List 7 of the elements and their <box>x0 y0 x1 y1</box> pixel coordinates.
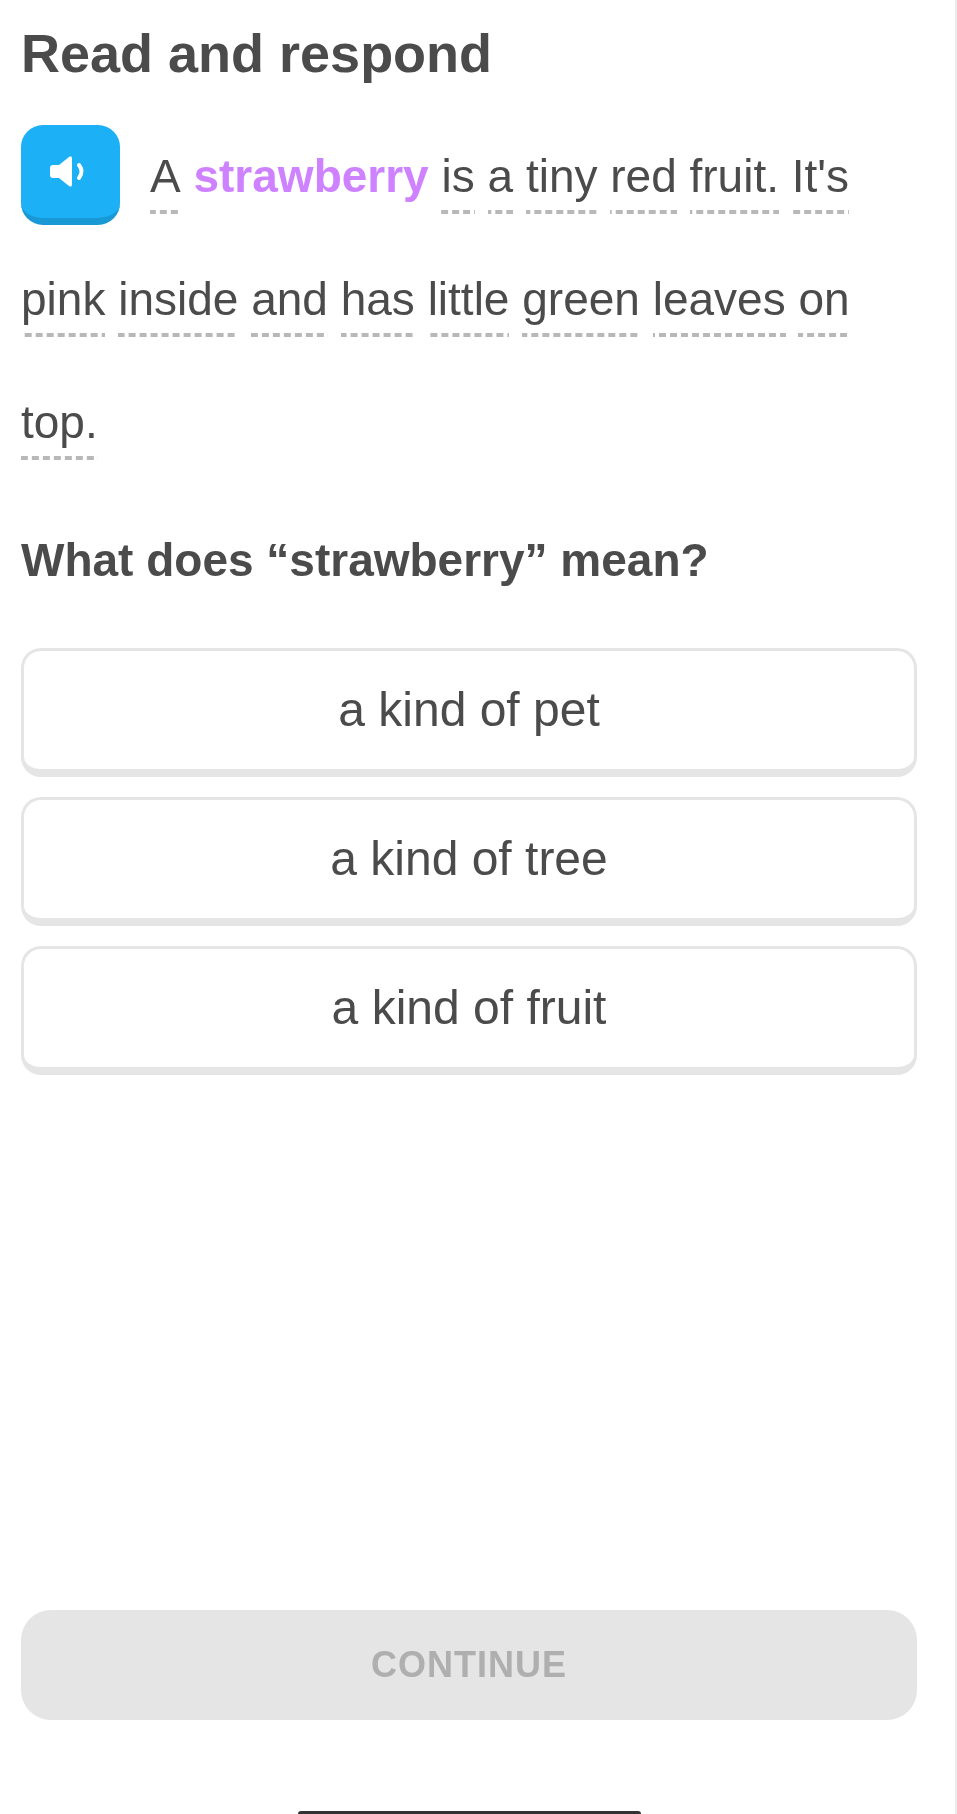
speaker-button[interactable] <box>21 125 120 225</box>
question-text: What does “strawberry” mean? <box>21 533 709 588</box>
answer-choice[interactable]: a kind of tree <box>21 797 917 926</box>
answer-choice[interactable]: a kind of pet <box>21 648 917 777</box>
page-title: Read and respond <box>21 22 493 85</box>
answer-choice[interactable]: a kind of fruit <box>21 946 917 1075</box>
highlighted-word: strawberry <box>193 150 429 204</box>
